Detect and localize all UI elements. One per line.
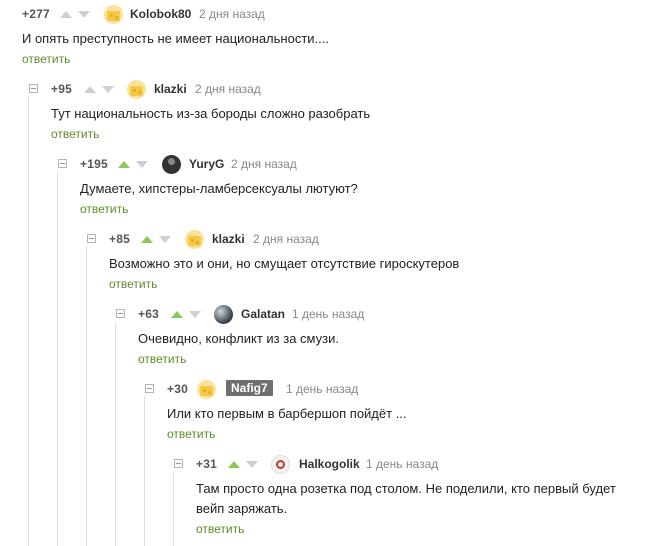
comment-text: Очевидно, конфликт из за смузи.: [138, 331, 339, 346]
comment-text: Там просто одна розетка под столом. Не п…: [196, 481, 616, 516]
comment-date[interactable]: 2 дня назад: [231, 157, 297, 171]
downvote-icon[interactable]: [246, 461, 258, 468]
comment-author[interactable]: klazki: [154, 82, 187, 96]
downvote-icon[interactable]: [136, 161, 148, 168]
comment: +195 YuryG 2 дня назад Думаете, хипстеры…: [58, 154, 630, 216]
comment-date[interactable]: 2 дня назад: [195, 82, 261, 96]
upvote-icon[interactable]: [60, 11, 72, 18]
upvote-icon[interactable]: [84, 86, 96, 93]
upvote-icon[interactable]: [171, 311, 183, 318]
comment-rating: +31: [196, 457, 217, 471]
user-avatar-icon[interactable]: [214, 305, 233, 324]
comment-date[interactable]: 1 день назад: [292, 307, 364, 321]
comment-text: И опять преступность не имеет национальн…: [22, 31, 329, 46]
comment: +85 klazki 2 дня назад Возможно это и он…: [87, 229, 629, 291]
comment-date[interactable]: 2 дня назад: [253, 232, 319, 246]
cheese-avatar-icon[interactable]: [104, 5, 123, 24]
collapse-toggle[interactable]: [145, 384, 154, 393]
comment-text: Возможно это и они, но смущает отсутстви…: [109, 256, 460, 271]
comment-author[interactable]: YuryG: [189, 157, 224, 171]
comment-author[interactable]: Kolobok80: [130, 7, 191, 21]
comment-author[interactable]: klazki: [212, 232, 245, 246]
collapse-toggle[interactable]: [87, 234, 96, 243]
comment-date[interactable]: 2 дня назад: [199, 7, 265, 21]
cheese-avatar-icon[interactable]: [127, 80, 146, 99]
downvote-icon[interactable]: [78, 11, 90, 18]
comment: +95 klazki 2 дня назад Тут национальност…: [29, 79, 631, 141]
reply-link[interactable]: ответить: [138, 352, 628, 366]
comment: +30 Nafig7 1 день назад Или кто первым в…: [145, 379, 627, 441]
comment: +277 Kolobok80 2 дня назад И опять прест…: [22, 4, 632, 66]
thread-line: [28, 96, 29, 546]
thread-line: [115, 322, 116, 546]
upvote-icon[interactable]: [118, 161, 130, 168]
upvote-icon[interactable]: [141, 236, 153, 243]
comment-rating: +85: [109, 232, 130, 246]
reply-link[interactable]: ответить: [51, 127, 631, 141]
collapse-toggle[interactable]: [174, 459, 183, 468]
comment-date[interactable]: 1 день назад: [366, 457, 438, 471]
comment: +31 Halkogolik 1 день назад Там просто о…: [174, 454, 626, 536]
reply-link[interactable]: ответить: [196, 522, 626, 536]
comment-text: Думаете, хипстеры-ламберсексуалы лютуют?: [80, 181, 358, 196]
comment-rating: +277: [22, 7, 50, 21]
reply-link[interactable]: ответить: [22, 52, 632, 66]
reply-link[interactable]: ответить: [80, 202, 630, 216]
collapse-toggle[interactable]: [58, 159, 67, 168]
user-avatar-icon[interactable]: [162, 155, 181, 174]
upvote-icon[interactable]: [228, 461, 240, 468]
comment-date[interactable]: 1 день назад: [286, 382, 358, 396]
thread-line: [173, 472, 174, 546]
collapse-toggle[interactable]: [29, 84, 38, 93]
thread-line: [144, 396, 145, 546]
cheese-avatar-icon[interactable]: [185, 230, 204, 249]
collapse-toggle[interactable]: [116, 309, 125, 318]
cheese-avatar-icon[interactable]: [197, 380, 216, 399]
comment-author[interactable]: Nafig7: [226, 380, 273, 396]
reply-link[interactable]: ответить: [109, 277, 629, 291]
comment-rating: +195: [80, 157, 108, 171]
comment-author[interactable]: Galatan: [241, 307, 285, 321]
thread-line: [86, 246, 87, 546]
comment-author[interactable]: Halkogolik: [299, 457, 360, 471]
comment-text: Или кто первым в барбершоп пойдёт ...: [167, 406, 407, 421]
thread-line: [57, 172, 58, 546]
downvote-icon[interactable]: [159, 236, 171, 243]
comment: +63 Galatan 1 день назад Очевидно, конфл…: [116, 304, 628, 366]
comment-rating: +30: [167, 382, 188, 396]
comment-rating: +63: [138, 307, 159, 321]
user-avatar-icon[interactable]: [271, 455, 290, 474]
downvote-icon[interactable]: [189, 311, 201, 318]
reply-link[interactable]: ответить: [167, 427, 627, 441]
downvote-icon[interactable]: [102, 86, 114, 93]
comment-text: Тут национальность из-за бороды сложно р…: [51, 106, 371, 121]
comment-rating: +95: [51, 82, 72, 96]
